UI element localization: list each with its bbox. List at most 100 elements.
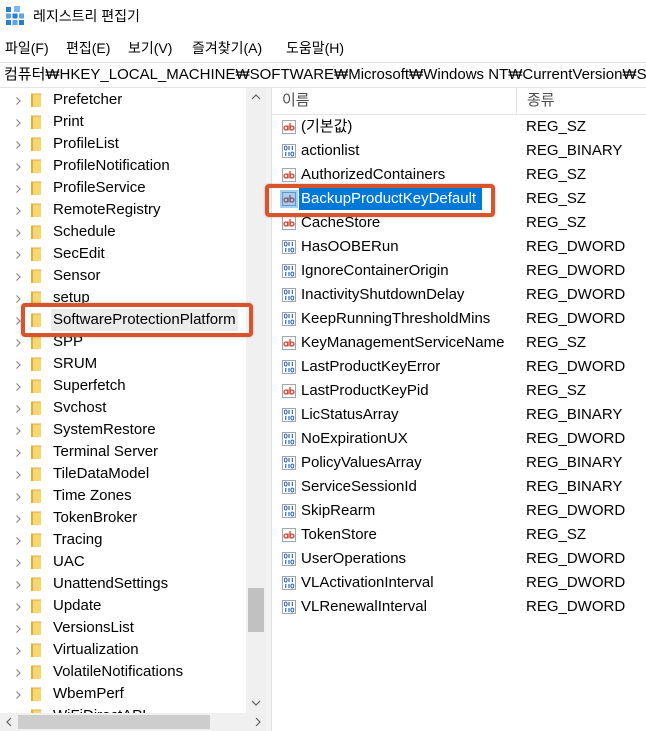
chevron-right-icon[interactable] xyxy=(12,248,24,260)
chevron-right-icon[interactable] xyxy=(12,512,24,524)
chevron-right-icon[interactable] xyxy=(12,402,24,414)
tree-item-spp[interactable]: SPP xyxy=(0,331,246,353)
scroll-down-icon[interactable] xyxy=(246,693,266,713)
menu-view[interactable]: 보기(V) xyxy=(128,36,172,60)
tree-horizontal-scrollbar[interactable] xyxy=(0,713,266,731)
key-tree[interactable]: Prefetcher Print ProfileList ProfileNotific… xyxy=(0,88,246,713)
chevron-right-icon[interactable] xyxy=(12,622,24,634)
tree-item-tokenbroker[interactable]: TokenBroker xyxy=(0,507,246,529)
tree-item-softwareprotectionplatform[interactable]: SoftwareProtectionPlatform xyxy=(0,309,246,331)
tree-item-unattendsettings[interactable]: UnattendSettings xyxy=(0,573,246,595)
chevron-right-icon[interactable] xyxy=(12,446,24,458)
values-list[interactable]: 이름 종류 (기본값) REG_SZ actionlist REG_BINARY Aut… xyxy=(272,88,646,731)
value-row-lastproductkeyerror[interactable]: LastProductKeyError REG_DWORD xyxy=(272,355,646,379)
column-divider[interactable] xyxy=(516,88,517,114)
chevron-right-icon[interactable] xyxy=(12,578,24,590)
menu-favorites[interactable]: 즐겨찾기(A) xyxy=(192,36,262,60)
value-type: REG_DWORD xyxy=(526,238,626,255)
tree-item-profilenotification[interactable]: ProfileNotification xyxy=(0,155,246,177)
column-header-type[interactable]: 종류 xyxy=(527,88,555,114)
value-row-keeprunningthresholdmins[interactable]: KeepRunningThresholdMins REG_DWORD xyxy=(272,307,646,331)
chevron-right-icon[interactable] xyxy=(12,314,24,326)
chevron-right-icon[interactable] xyxy=(12,182,24,194)
menu-file[interactable]: 파일(F) xyxy=(5,36,49,60)
chevron-right-icon[interactable] xyxy=(12,138,24,150)
chevron-right-icon[interactable] xyxy=(12,556,24,568)
value-row-noexpirationux[interactable]: NoExpirationUX REG_DWORD xyxy=(272,427,646,451)
value-row-hasooberun[interactable]: HasOOBERun REG_DWORD xyxy=(272,235,646,259)
chevron-right-icon[interactable] xyxy=(12,688,24,700)
tree-item-label: Sensor xyxy=(53,267,101,284)
chevron-right-icon[interactable] xyxy=(12,666,24,678)
scroll-left-icon[interactable] xyxy=(0,713,17,731)
value-row-vlrenewalinterval[interactable]: VLRenewalInterval REG_DWORD xyxy=(272,595,646,619)
tree-item-tiledatamodel[interactable]: TileDataModel xyxy=(0,463,246,485)
value-row-lastproductkeypid[interactable]: LastProductKeyPid REG_SZ xyxy=(272,379,646,403)
chevron-right-icon[interactable] xyxy=(12,358,24,370)
vertical-scrollbar-thumb[interactable] xyxy=(248,588,264,632)
chevron-right-icon[interactable] xyxy=(12,644,24,656)
value-row-licstatusarray[interactable]: LicStatusArray REG_BINARY xyxy=(272,403,646,427)
chevron-right-icon[interactable] xyxy=(12,600,24,612)
chevron-right-icon[interactable] xyxy=(12,468,24,480)
value-row-ignorecontainerorigin[interactable]: IgnoreContainerOrigin REG_DWORD xyxy=(272,259,646,283)
tree-item-remoteregistry[interactable]: RemoteRegistry xyxy=(0,199,246,221)
tree-item-schedule[interactable]: Schedule xyxy=(0,221,246,243)
value-row-keymanagementservicename[interactable]: KeyManagementServiceName REG_SZ xyxy=(272,331,646,355)
chevron-right-icon[interactable] xyxy=(12,116,24,128)
chevron-right-icon[interactable] xyxy=(12,534,24,546)
value-row-servicesessionid[interactable]: ServiceSessionId REG_BINARY xyxy=(272,475,646,499)
chevron-right-icon[interactable] xyxy=(12,292,24,304)
chevron-right-icon[interactable] xyxy=(12,336,24,348)
chevron-right-icon[interactable] xyxy=(12,204,24,216)
tree-item-prefetcher[interactable]: Prefetcher xyxy=(0,89,246,111)
tree-item-uac[interactable]: UAC xyxy=(0,551,246,573)
title-bar[interactable]: 레지스트리 편집기 xyxy=(0,0,646,33)
value-row-default[interactable]: (기본값) REG_SZ xyxy=(272,115,646,139)
column-header-name[interactable]: 이름 xyxy=(282,88,310,114)
tree-item-versionslist[interactable]: VersionsList xyxy=(0,617,246,639)
chevron-right-icon[interactable] xyxy=(12,270,24,282)
menu-edit[interactable]: 편집(E) xyxy=(66,36,110,60)
chevron-right-icon[interactable] xyxy=(12,490,24,502)
menu-help[interactable]: 도움말(H) xyxy=(286,36,344,60)
horizontal-scrollbar-thumb[interactable] xyxy=(18,715,210,729)
address-bar[interactable]: 컴퓨터₩HKEY_LOCAL_MACHINE₩SOFTWARE₩Microsof… xyxy=(0,62,646,88)
tree-item-secedit[interactable]: SecEdit xyxy=(0,243,246,265)
tree-vertical-scrollbar[interactable] xyxy=(246,88,266,713)
chevron-right-icon[interactable] xyxy=(12,160,24,172)
tree-item-profilelist[interactable]: ProfileList xyxy=(0,133,246,155)
value-row-backupproductkeydefault[interactable]: BackupProductKeyDefault REG_SZ xyxy=(272,187,646,211)
chevron-right-icon[interactable] xyxy=(12,380,24,392)
tree-item-profileservice[interactable]: ProfileService xyxy=(0,177,246,199)
tree-item-sensor[interactable]: Sensor xyxy=(0,265,246,287)
chevron-right-icon[interactable] xyxy=(12,226,24,238)
value-row-actionlist[interactable]: actionlist REG_BINARY xyxy=(272,139,646,163)
tree-item-wifidirectapi[interactable]: WiFiDirectAPI xyxy=(0,705,246,713)
tree-item-print[interactable]: Print xyxy=(0,111,246,133)
tree-item-wbemperf[interactable]: WbemPerf xyxy=(0,683,246,705)
tree-item-virtualization[interactable]: Virtualization xyxy=(0,639,246,661)
value-row-cachestore[interactable]: CacheStore REG_SZ xyxy=(272,211,646,235)
value-row-skiprearm[interactable]: SkipRearm REG_DWORD xyxy=(272,499,646,523)
tree-item-terminal-server[interactable]: Terminal Server xyxy=(0,441,246,463)
tree-item-svchost[interactable]: Svchost xyxy=(0,397,246,419)
tree-item-systemrestore[interactable]: SystemRestore xyxy=(0,419,246,441)
chevron-right-icon[interactable] xyxy=(12,424,24,436)
value-row-inactivityshutdowndelay[interactable]: InactivityShutdownDelay REG_DWORD xyxy=(272,283,646,307)
chevron-right-icon[interactable] xyxy=(12,94,24,106)
value-row-vlactivationinterval[interactable]: VLActivationInterval REG_DWORD xyxy=(272,571,646,595)
value-row-useroperations[interactable]: UserOperations REG_DWORD xyxy=(272,547,646,571)
value-row-authorizedcontainers[interactable]: AuthorizedContainers REG_SZ xyxy=(272,163,646,187)
tree-item-volatilenotifications[interactable]: VolatileNotifications xyxy=(0,661,246,683)
tree-item-tracing[interactable]: Tracing xyxy=(0,529,246,551)
tree-item-update[interactable]: Update xyxy=(0,595,246,617)
scroll-up-icon[interactable] xyxy=(246,88,266,105)
tree-item-srum[interactable]: SRUM xyxy=(0,353,246,375)
value-row-policyvaluesarray[interactable]: PolicyValuesArray REG_BINARY xyxy=(272,451,646,475)
tree-item-time-zones[interactable]: Time Zones xyxy=(0,485,246,507)
tree-item-setup[interactable]: setup xyxy=(0,287,246,309)
scroll-right-icon[interactable] xyxy=(249,713,266,731)
value-row-tokenstore[interactable]: TokenStore REG_SZ xyxy=(272,523,646,547)
tree-item-superfetch[interactable]: Superfetch xyxy=(0,375,246,397)
